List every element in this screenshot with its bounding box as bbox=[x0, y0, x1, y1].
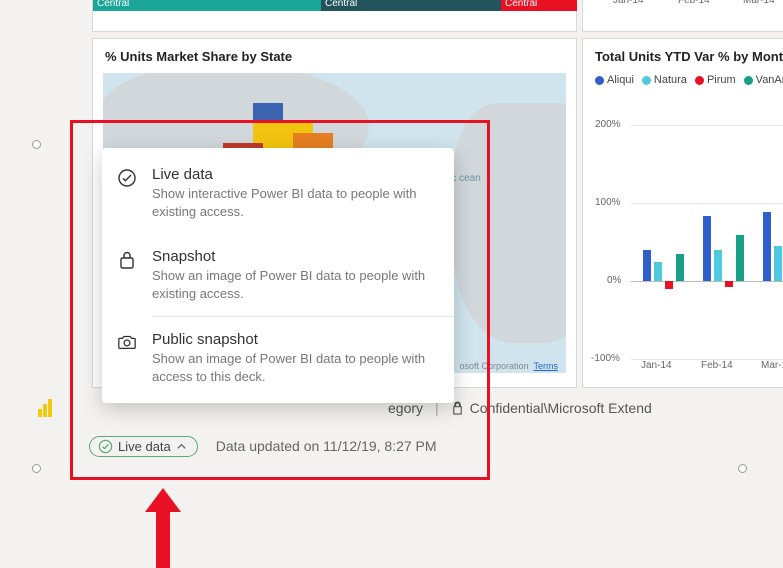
terms-link[interactable]: Terms bbox=[534, 361, 559, 371]
map-title: % Units Market Share by State bbox=[93, 39, 576, 74]
map-attribution: osoft Corporation Terms bbox=[459, 361, 558, 371]
check-circle-icon bbox=[98, 439, 113, 454]
live-data-dropdown[interactable]: Live data bbox=[89, 436, 198, 457]
segment-tile: Central Central Central bbox=[92, 0, 577, 32]
data-updated-label: Data updated on 11/12/19, 8:27 PM bbox=[216, 438, 437, 454]
chart-legend: Aliqui Natura Pirum VanAr bbox=[583, 74, 783, 86]
popup-item-title: Live data bbox=[152, 166, 436, 183]
popup-item-public-snapshot[interactable]: Public snapshot Show an image of Power B… bbox=[102, 317, 454, 399]
popup-item-title: Public snapshot bbox=[152, 331, 436, 348]
popup-item-desc: Show interactive Power BI data to people… bbox=[152, 185, 436, 220]
data-mode-popup: Live data Show interactive Power BI data… bbox=[102, 148, 454, 403]
pill-label: Live data bbox=[118, 439, 171, 454]
selection-handle[interactable] bbox=[32, 140, 41, 149]
chart-title: Total Units YTD Var % by Mont bbox=[583, 39, 783, 74]
dashboard-canvas: Central Central Central % Units Market S… bbox=[20, 0, 783, 563]
segment-teal: Central bbox=[93, 0, 321, 11]
popup-item-desc: Show an image of Power BI data to people… bbox=[152, 267, 436, 302]
camera-icon bbox=[116, 331, 138, 385]
popup-item-desc: Show an image of Power BI data to people… bbox=[152, 350, 436, 385]
lock-icon bbox=[451, 401, 464, 416]
check-circle-icon bbox=[116, 166, 138, 220]
segment-darkteal: Central bbox=[321, 0, 501, 11]
segment-label: Central bbox=[325, 0, 357, 9]
chart-bars bbox=[639, 127, 783, 351]
chevron-up-icon bbox=[176, 441, 187, 452]
annotation-arrow bbox=[145, 488, 181, 568]
selection-handle[interactable] bbox=[738, 464, 747, 473]
selection-handle[interactable] bbox=[32, 464, 41, 473]
confidential-label: Confidential\Microsoft Extend bbox=[470, 400, 652, 416]
popup-item-live-data[interactable]: Live data Show interactive Power BI data… bbox=[102, 152, 454, 234]
footer-row: Live data Data updated on 11/12/19, 8:27… bbox=[89, 434, 783, 458]
segment-red: Central bbox=[501, 0, 577, 11]
powerbi-icon bbox=[38, 397, 56, 419]
segment-label: Central bbox=[97, 0, 129, 9]
chart-tile-small: Jan-14 Feb-14 Mar-14 bbox=[582, 0, 783, 32]
segment-label: Central bbox=[505, 0, 537, 9]
lock-icon bbox=[116, 248, 138, 302]
bar-chart-tile[interactable]: Total Units YTD Var % by Mont Aliqui Nat… bbox=[582, 38, 783, 388]
popup-item-title: Snapshot bbox=[152, 248, 436, 265]
popup-item-snapshot[interactable]: Snapshot Show an image of Power BI data … bbox=[102, 234, 454, 316]
